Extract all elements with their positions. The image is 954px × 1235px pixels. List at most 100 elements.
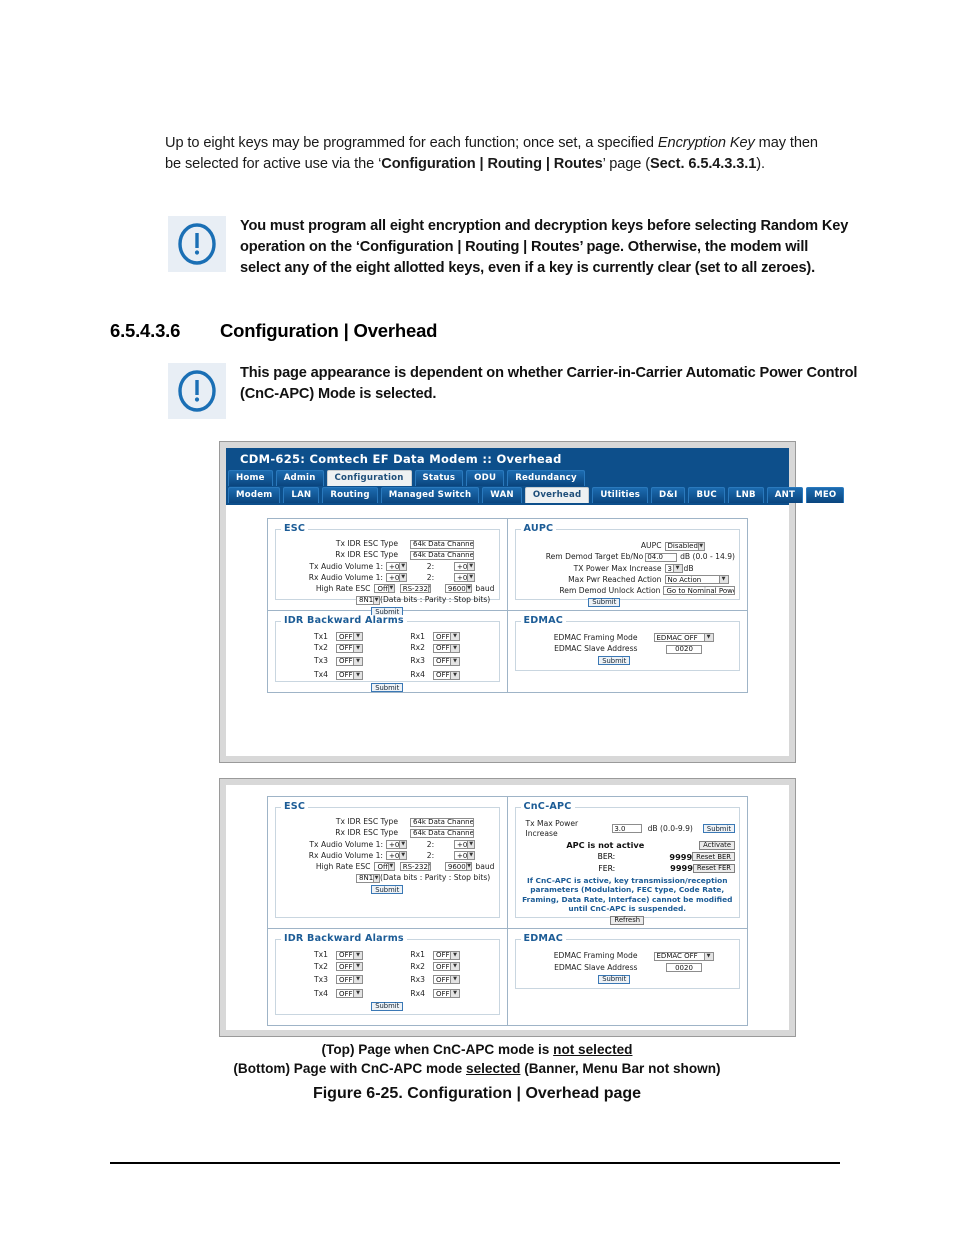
refresh-button[interactable]: Refresh (610, 915, 645, 925)
idr-alarms-submit-button[interactable]: Submit (371, 1001, 404, 1011)
subtab-ant[interactable]: ANT (766, 487, 804, 503)
edmac-framing-mode-select[interactable]: EDMAC OFF ▼ (653, 633, 714, 643)
tx-idr-esc-type-select[interactable]: 64k Data Channel▼ (410, 539, 474, 549)
row-tx-audio-volume: Tx Audio Volume 1: +0 ▼ 2: +0 ▼ (280, 840, 495, 850)
edmac-submit-button[interactable]: Submit (598, 974, 631, 984)
subtab-overhead[interactable]: Overhead (524, 487, 590, 503)
idr-alarms-submit-button[interactable]: Submit (371, 683, 404, 693)
tx-max-power-increase-input[interactable]: 3.0 (612, 824, 642, 834)
aupc-mode-select[interactable]: Disabled ▼ (664, 541, 705, 551)
high-rate-esc-baud-select[interactable]: 9600 ▼ (444, 862, 473, 872)
subtab-buc[interactable]: BUC (688, 487, 725, 503)
high-rate-esc-onoff-select[interactable]: Off ▼ (374, 862, 395, 872)
high-rate-esc-onoff-select[interactable]: Off ▼ (374, 584, 395, 594)
edmac-submit-button[interactable]: Submit (598, 656, 631, 666)
high-rate-esc-interface-select[interactable]: RS-232▼ (399, 584, 431, 594)
esc-framing-select[interactable]: 8N1 ▼ (356, 595, 380, 605)
tx1-value: OFF (339, 632, 353, 641)
edmac-slave-address-input[interactable]: 0020 (665, 644, 702, 654)
subtab-utilities[interactable]: Utilities (592, 487, 649, 503)
rx-audio-volume-2-label: 2: (426, 572, 435, 582)
row-tx-power-max-increase: TX Power Max Increase 3 ▼ dB (520, 564, 736, 574)
row-rem-demod-target: Rem Demod Target Eb/No 04.0 dB (0.0 - 14… (520, 552, 735, 562)
max-pwr-reached-action-select[interactable]: No Action ▼ (664, 575, 729, 585)
tab-status[interactable]: Status (414, 470, 464, 486)
tx3-select[interactable]: OFF ▼ (336, 656, 363, 666)
rx-idr-esc-type-select[interactable]: 64k Data Channel▼ (410, 828, 474, 838)
subtab-managed-switch[interactable]: Managed Switch (380, 487, 480, 503)
tx3-select[interactable]: OFF ▼ (336, 975, 363, 985)
tx-idr-esc-type-value: 64k Data Channel (413, 818, 474, 827)
subtab-di[interactable]: D&I (651, 487, 686, 503)
tab-admin[interactable]: Admin (275, 470, 324, 486)
fer-value: 9999 (670, 863, 693, 874)
row-max-pwr-reached-action: Max Pwr Reached Action No Action ▼ (520, 575, 736, 585)
rx1-select[interactable]: OFF ▼ (433, 632, 460, 642)
edmac-submit-wrap: Submit (520, 974, 736, 984)
rx-idr-esc-type-select[interactable]: 64k Data Channel▼ (410, 550, 474, 560)
tx-max-power-increase-unit: dB (0.0-9.9) (647, 823, 693, 833)
rx-idr-esc-type-label: Rx IDR ESC Type (335, 828, 398, 838)
aupc-submit-wrap: Submit (520, 597, 736, 607)
rx2-value: OFF (436, 962, 450, 971)
rx2-select[interactable]: OFF ▼ (433, 962, 460, 972)
rx-audio-volume-1-select[interactable]: +0 ▼ (386, 851, 407, 861)
rx4-select[interactable]: OFF ▼ (433, 989, 460, 999)
esc-submit-button[interactable]: Submit (371, 885, 404, 895)
row-rx-idr-esc-type: Rx IDR ESC Type 64k Data Channel▼ (280, 828, 495, 838)
tab-configuration[interactable]: Configuration (326, 470, 412, 486)
rx3-select[interactable]: OFF ▼ (433, 656, 460, 666)
subtab-routing[interactable]: Routing (322, 487, 378, 503)
rx-audio-volume-2-select[interactable]: +0 ▼ (454, 573, 475, 583)
tx-audio-volume-2-select[interactable]: +0 ▼ (454, 840, 475, 850)
tx1-select[interactable]: OFF ▼ (336, 632, 363, 642)
rx4-select[interactable]: OFF ▼ (433, 670, 460, 680)
cnc-apc-submit-button[interactable]: Submit (702, 824, 735, 834)
tab-home[interactable]: Home (228, 470, 273, 486)
tx-idr-esc-type-select[interactable]: 64k Data Channel▼ (410, 817, 474, 827)
rx-audio-volume-1-select[interactable]: +0 ▼ (386, 573, 407, 583)
rem-demod-target-input[interactable]: 04.0 (645, 552, 678, 562)
edmac-framing-mode-select[interactable]: EDMAC OFF ▼ (653, 951, 714, 961)
subcaption-line-2-underline: selected (466, 1061, 521, 1076)
subtab-wan[interactable]: WAN (482, 487, 522, 503)
tx3-value: OFF (339, 975, 353, 984)
reset-fer-button[interactable]: Reset FER (692, 863, 735, 873)
subtab-lnb[interactable]: LNB (727, 487, 764, 503)
edmac-slave-address-input[interactable]: 0020 (665, 963, 702, 973)
reset-ber-button[interactable]: Reset BER (692, 852, 735, 862)
high-rate-esc-interface-select[interactable]: RS-232▼ (399, 862, 431, 872)
subtab-lan[interactable]: LAN (283, 487, 320, 503)
rx-audio-volume-2-select[interactable]: +0 ▼ (454, 851, 475, 861)
tx4-select[interactable]: OFF ▼ (336, 989, 363, 999)
rx2-select[interactable]: OFF ▼ (433, 643, 460, 653)
tx-audio-volume-2-select[interactable]: +0 ▼ (454, 562, 475, 572)
chevron-down-icon: ▼ (467, 841, 474, 849)
tab-odu[interactable]: ODU (466, 470, 505, 486)
rx1-select[interactable]: OFF ▼ (433, 950, 460, 960)
esc-framing-select[interactable]: 8N1 ▼ (356, 873, 380, 883)
subtab-modem[interactable]: Modem (228, 487, 281, 503)
aupc-submit-button[interactable]: Submit (588, 597, 621, 607)
rem-demod-unlock-action-select[interactable]: Go to Nominal Power▼ (663, 586, 735, 596)
tx2-select[interactable]: OFF ▼ (336, 962, 363, 972)
rx3-select[interactable]: OFF ▼ (433, 975, 460, 985)
tx2-value: OFF (339, 644, 353, 653)
tab-redundancy[interactable]: Redundancy (507, 470, 585, 486)
subtab-meo[interactable]: MEO (806, 487, 845, 503)
tx2-select[interactable]: OFF ▼ (336, 643, 363, 653)
subcaption-line-2-text-a: (Bottom) Page with CnC-APC mode (233, 1061, 467, 1076)
tx1-select[interactable]: OFF ▼ (336, 950, 363, 960)
tx-power-max-increase-select[interactable]: 3 ▼ (664, 564, 683, 574)
high-rate-esc-baud-select[interactable]: 9600 ▼ (444, 584, 473, 594)
cnc-apc-panel: CnC-APC Tx Max Power Increase 3.0 dB (0.… (514, 801, 740, 925)
footer-divider (110, 1162, 840, 1164)
modem-web-page-top: CDM-625: Comtech EF Data Modem :: Overhe… (226, 448, 845, 756)
tx4-select[interactable]: OFF ▼ (336, 670, 363, 680)
tx-audio-volume-1-select[interactable]: +0 ▼ (386, 562, 407, 572)
rx-idr-esc-type-label: Rx IDR ESC Type (335, 550, 398, 560)
row-alarm-2: Tx2 OFF ▼ Rx2 OFF ▼ (280, 643, 495, 653)
tx-audio-volume-1-select[interactable]: +0 ▼ (386, 840, 407, 850)
activate-button[interactable]: Activate (699, 840, 735, 850)
cnc-apc-legend: CnC-APC (520, 801, 575, 812)
